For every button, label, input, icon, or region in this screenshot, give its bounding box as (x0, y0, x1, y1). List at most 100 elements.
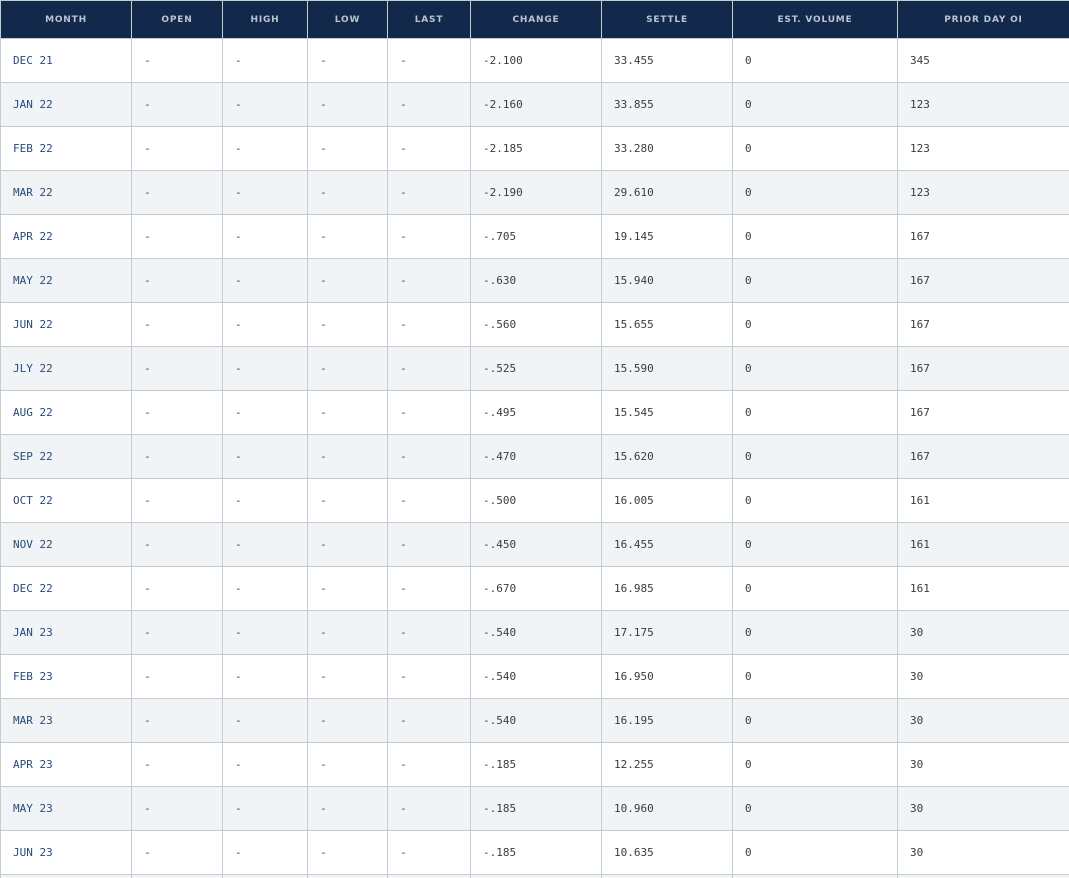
cell-month: JAN 22 (0, 82, 132, 127)
column-header-open: OPEN (131, 0, 223, 39)
cell-high: - (222, 346, 308, 391)
cell-est-volume: 0 (732, 786, 898, 831)
cell-month: NOV 22 (0, 522, 132, 567)
table-row: JUN 22- - - - -.560 15.655 0 167 (0, 302, 1069, 347)
cell-prior-day-oi: 123 (897, 126, 1069, 171)
cell-prior-day-oi: 345 (897, 38, 1069, 83)
cell-prior-day-oi: 30 (897, 698, 1069, 743)
cell-last: - (387, 434, 471, 479)
cell-est-volume: 0 (732, 390, 898, 435)
column-header-est-volume: EST. VOLUME (732, 0, 898, 39)
cell-change: -2.190 (470, 170, 602, 215)
cell-high: - (222, 170, 308, 215)
table-row: MAY 23- - - - -.185 10.960 0 30 (0, 786, 1069, 831)
cell-low: - (307, 654, 388, 699)
table-row: OCT 22- - - - -.500 16.005 0 161 (0, 478, 1069, 523)
cell-est-volume: 0 (732, 698, 898, 743)
cell-prior-day-oi: 161 (897, 566, 1069, 611)
cell-settle: 15.655 (601, 302, 733, 347)
cell-prior-day-oi: 167 (897, 258, 1069, 303)
cell-change: -2.100 (470, 38, 602, 83)
cell-settle: 15.940 (601, 258, 733, 303)
cell-open: - (131, 82, 223, 127)
cell-est-volume: 0 (732, 434, 898, 479)
cell-low: - (307, 434, 388, 479)
cell-est-volume: 0 (732, 302, 898, 347)
cell-settle: 16.005 (601, 478, 733, 523)
futures-quotes-table: MONTH OPEN HIGH LOW LAST CHANGE SETTLE EST. VOL… (0, 0, 1069, 878)
cell-open: - (131, 390, 223, 435)
cell-last: - (387, 38, 471, 83)
cell-low: - (307, 258, 388, 303)
cell-est-volume: 0 (732, 566, 898, 611)
cell-month: DEC 21 (0, 38, 132, 83)
cell-high: - (222, 786, 308, 831)
cell-prior-day-oi: 123 (897, 82, 1069, 127)
table-row: MAR 23- - - - -.540 16.195 0 30 (0, 698, 1069, 743)
cell-last: - (387, 302, 471, 347)
cell-est-volume: 0 (732, 214, 898, 259)
cell-open: - (131, 302, 223, 347)
cell-high: - (222, 742, 308, 787)
cell-prior-day-oi: 167 (897, 346, 1069, 391)
cell-est-volume: 0 (732, 522, 898, 567)
cell-month: DEC 22 (0, 566, 132, 611)
cell-settle: 16.950 (601, 654, 733, 699)
cell-last: - (387, 258, 471, 303)
cell-open: - (131, 38, 223, 83)
cell-change: -.540 (470, 654, 602, 699)
cell-month: APR 23 (0, 742, 132, 787)
cell-last: - (387, 126, 471, 171)
cell-prior-day-oi: 30 (897, 654, 1069, 699)
cell-low: - (307, 522, 388, 567)
cell-change: -2.160 (470, 82, 602, 127)
cell-est-volume: 0 (732, 258, 898, 303)
cell-prior-day-oi: 30 (897, 830, 1069, 875)
cell-change: -.185 (470, 830, 602, 875)
table-row: AUG 22- - - - -.495 15.545 0 167 (0, 390, 1069, 435)
cell-low: - (307, 478, 388, 523)
cell-last: - (387, 654, 471, 699)
cell-open: - (131, 742, 223, 787)
column-header-change: CHANGE (470, 0, 602, 39)
cell-est-volume: 0 (732, 38, 898, 83)
cell-open: - (131, 434, 223, 479)
cell-last: - (387, 170, 471, 215)
cell-est-volume: 0 (732, 830, 898, 875)
cell-low: - (307, 742, 388, 787)
cell-settle: 16.455 (601, 522, 733, 567)
cell-prior-day-oi: 167 (897, 214, 1069, 259)
table-row: APR 22- - - - -.705 19.145 0 167 (0, 214, 1069, 259)
cell-last: - (387, 214, 471, 259)
cell-last: - (387, 566, 471, 611)
cell-prior-day-oi: 167 (897, 434, 1069, 479)
cell-high: - (222, 522, 308, 567)
cell-prior-day-oi: 30 (897, 786, 1069, 831)
table-row: DEC 22- - - - -.670 16.985 0 161 (0, 566, 1069, 611)
cell-empty (307, 874, 388, 878)
cell-low: - (307, 698, 388, 743)
cell-settle: 16.985 (601, 566, 733, 611)
cell-month: MAR 23 (0, 698, 132, 743)
cell-change: -.470 (470, 434, 602, 479)
cell-settle: 17.175 (601, 610, 733, 655)
cell-change: -.495 (470, 390, 602, 435)
cell-last: - (387, 478, 471, 523)
cell-low: - (307, 302, 388, 347)
cell-change: -.560 (470, 302, 602, 347)
cell-month: JUN 23 (0, 830, 132, 875)
cell-last: - (387, 830, 471, 875)
cell-empty (601, 874, 733, 878)
cell-prior-day-oi: 30 (897, 610, 1069, 655)
table-row-partial (0, 874, 1069, 878)
cell-change: -2.185 (470, 126, 602, 171)
column-header-month: MONTH (0, 0, 132, 39)
cell-low: - (307, 126, 388, 171)
cell-month: MAY 22 (0, 258, 132, 303)
table-row: MAY 22- - - - -.630 15.940 0 167 (0, 258, 1069, 303)
cell-open: - (131, 346, 223, 391)
cell-settle: 15.545 (601, 390, 733, 435)
table-row: SEP 22- - - - -.470 15.620 0 167 (0, 434, 1069, 479)
cell-est-volume: 0 (732, 346, 898, 391)
cell-high: - (222, 610, 308, 655)
